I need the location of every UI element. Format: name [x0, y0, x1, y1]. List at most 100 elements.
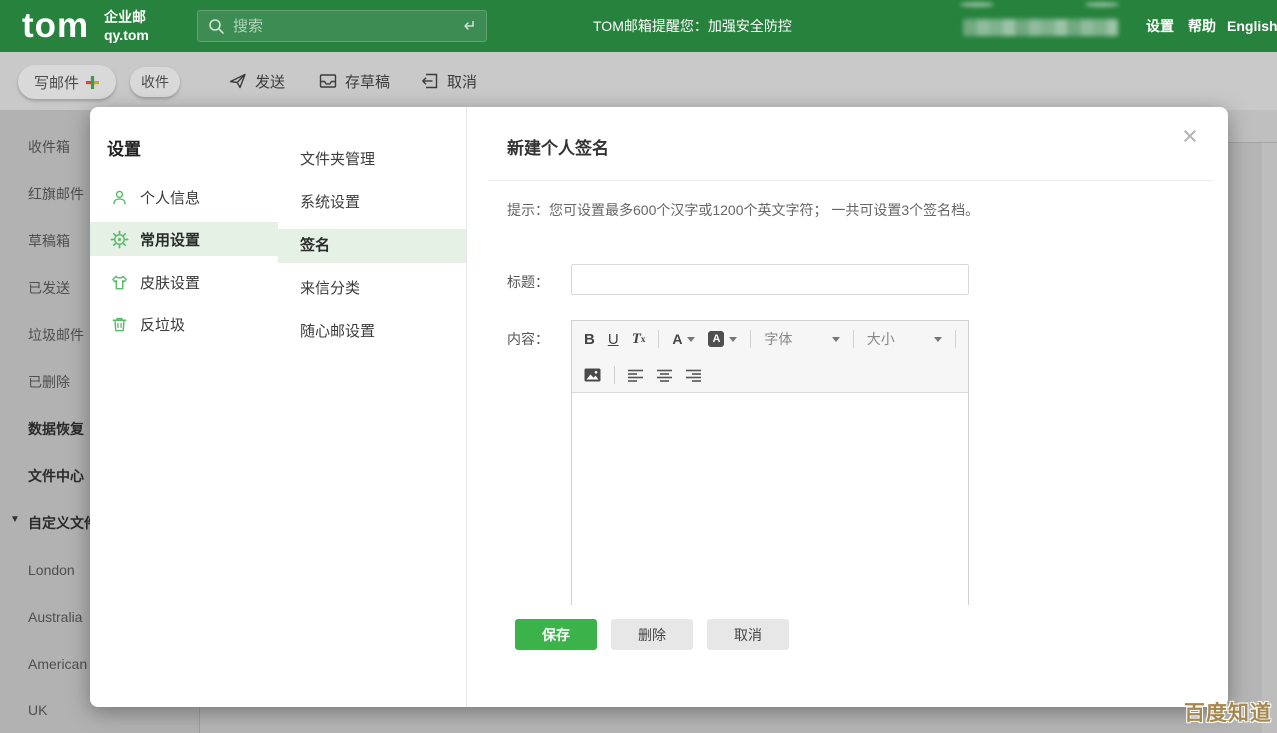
- title-divider: [488, 180, 1213, 181]
- sidebar-item-file-center[interactable]: 文件中心: [28, 466, 84, 486]
- settings-subnav: 文件夹管理 系统设置 签名 来信分类 随心邮设置: [278, 107, 467, 707]
- chevron-down-icon: [687, 337, 695, 342]
- align-left-button[interactable]: [628, 369, 644, 382]
- tom-logo[interactable]: tom: [22, 5, 89, 47]
- bold-button[interactable]: B: [584, 331, 595, 348]
- paper-plane-icon: [228, 71, 248, 91]
- toolbar-separator: [658, 330, 659, 348]
- tshirt-icon: [110, 273, 129, 292]
- search-icon: [208, 18, 225, 35]
- blurred-account-email: [963, 19, 1118, 36]
- editor-toolbar: B U Tx A A 字体: [572, 321, 968, 393]
- settings-nav-label: 常用设置: [140, 229, 200, 250]
- brand-text: 企业邮 qy.tom: [104, 8, 149, 44]
- signature-content-area[interactable]: [572, 393, 968, 605]
- signature-hint-text: 提示：您可设置最多600个汉字或1200个英文字符； 一共可设置3个签名档。: [507, 200, 979, 220]
- receive-label: 收件: [141, 72, 169, 92]
- toolbar-separator: [750, 330, 751, 348]
- subnav-incoming-filter[interactable]: 来信分类: [278, 272, 466, 306]
- settings-nav-general[interactable]: 常用设置: [90, 222, 278, 256]
- signature-editor: B U Tx A A 字体: [571, 320, 969, 605]
- sidebar-item-data-recovery[interactable]: 数据恢复: [28, 419, 84, 439]
- blur-artifact: [960, 2, 994, 7]
- send-action[interactable]: 发送: [228, 52, 285, 110]
- insert-image-button[interactable]: [584, 368, 601, 382]
- settings-nav-antispam[interactable]: 反垃圾: [90, 307, 278, 341]
- save-button[interactable]: 保存: [515, 619, 597, 650]
- title-field-label: 标题：: [507, 272, 549, 292]
- settings-modal: 设置 个人信息 常用设置: [90, 107, 1228, 707]
- brand-line2: qy.tom: [104, 26, 149, 44]
- sidebar-item-uk[interactable]: UK: [28, 700, 47, 720]
- person-icon: [110, 188, 129, 207]
- english-link[interactable]: English: [1227, 0, 1277, 52]
- sidebar-item-spam[interactable]: 垃圾邮件: [28, 325, 84, 345]
- trash-icon: [110, 315, 129, 334]
- sidebar-item-inbox[interactable]: 收件箱: [28, 137, 70, 157]
- content-field-label: 内容：: [507, 329, 549, 349]
- settings-nav-label: 个人信息: [140, 187, 200, 208]
- receive-button[interactable]: 收件: [130, 67, 180, 97]
- delete-button[interactable]: 删除: [611, 619, 693, 650]
- cancel-button[interactable]: 取消: [707, 619, 789, 650]
- bg-color-chip: A: [708, 331, 724, 347]
- search-input[interactable]: [233, 18, 460, 35]
- sidebar-item-australia[interactable]: Australia: [28, 607, 82, 627]
- settings-nav-label: 皮肤设置: [140, 272, 200, 293]
- sidebar-item-drafts[interactable]: 草稿箱: [28, 231, 70, 251]
- compose-button[interactable]: 写邮件: [18, 65, 116, 99]
- font-family-select[interactable]: 字体: [764, 329, 839, 349]
- align-center-button[interactable]: [657, 369, 673, 382]
- top-bar: tom 企业邮 qy.tom TOM邮箱提醒您：加强安全防控 设置 帮助 Eng…: [0, 0, 1277, 52]
- baidu-zhidao-watermark: 百度知道: [1184, 697, 1272, 727]
- toolbar-separator: [614, 366, 615, 384]
- chevron-down-icon: [832, 337, 840, 342]
- search-box[interactable]: [197, 10, 487, 42]
- font-color-button[interactable]: A: [672, 333, 695, 345]
- gear-icon: [110, 230, 129, 249]
- underline-button[interactable]: U: [608, 331, 619, 348]
- security-notice: TOM邮箱提醒您：加强安全防控: [593, 0, 792, 52]
- settings-link[interactable]: 设置: [1146, 0, 1174, 52]
- settings-panel-title: 设置: [107, 135, 141, 160]
- scrollbar-track[interactable]: [1262, 143, 1277, 733]
- search-enter-icon[interactable]: [460, 19, 476, 33]
- drafts-box-icon: [318, 71, 338, 91]
- signature-title-input[interactable]: [571, 264, 969, 295]
- align-right-button[interactable]: [686, 369, 702, 382]
- save-draft-action[interactable]: 存草稿: [318, 52, 390, 110]
- chevron-down-icon: [729, 337, 737, 342]
- toolbar-separator: [853, 330, 854, 348]
- chevron-down-icon[interactable]: ▼: [10, 514, 20, 525]
- cancel-arrow-icon: [420, 71, 440, 91]
- compose-label: 写邮件: [34, 72, 79, 93]
- chevron-down-icon: [934, 337, 942, 342]
- mail-toolbar: 写邮件 收件 发送 存草稿: [0, 52, 1277, 110]
- subnav-system-settings[interactable]: 系统设置: [278, 186, 466, 220]
- settings-nav-label: 反垃圾: [140, 314, 185, 335]
- settings-nav-skin[interactable]: 皮肤设置: [90, 265, 278, 299]
- close-icon[interactable]: ×: [1182, 121, 1198, 151]
- sidebar-item-london[interactable]: London: [28, 560, 75, 580]
- clear-format-button[interactable]: Tx: [632, 331, 646, 348]
- sidebar-item-flagged[interactable]: 红旗邮件: [28, 184, 84, 204]
- sidebar-item-deleted[interactable]: 已删除: [28, 372, 70, 392]
- toolbar-separator: [955, 330, 956, 348]
- brand-line1: 企业邮: [104, 8, 149, 26]
- blur-artifact: [1085, 2, 1119, 7]
- save-draft-label: 存草稿: [345, 71, 390, 92]
- cancel-label: 取消: [447, 71, 477, 92]
- sidebar-item-sent[interactable]: 已发送: [28, 278, 70, 298]
- bg-color-button[interactable]: A: [708, 331, 737, 347]
- sidebar-item-american[interactable]: American: [28, 654, 87, 674]
- subnav-signature[interactable]: 签名: [278, 229, 466, 263]
- font-size-select[interactable]: 大小: [867, 329, 942, 349]
- send-label: 发送: [255, 71, 285, 92]
- subnav-folder-management[interactable]: 文件夹管理: [278, 143, 466, 177]
- dialog-title: 新建个人签名: [507, 134, 609, 159]
- plus-icon: [85, 75, 100, 90]
- subnav-carefree-mail[interactable]: 随心邮设置: [278, 315, 466, 349]
- settings-nav-personal-info[interactable]: 个人信息: [90, 180, 278, 214]
- help-link[interactable]: 帮助: [1188, 0, 1216, 52]
- cancel-action[interactable]: 取消: [420, 52, 477, 110]
